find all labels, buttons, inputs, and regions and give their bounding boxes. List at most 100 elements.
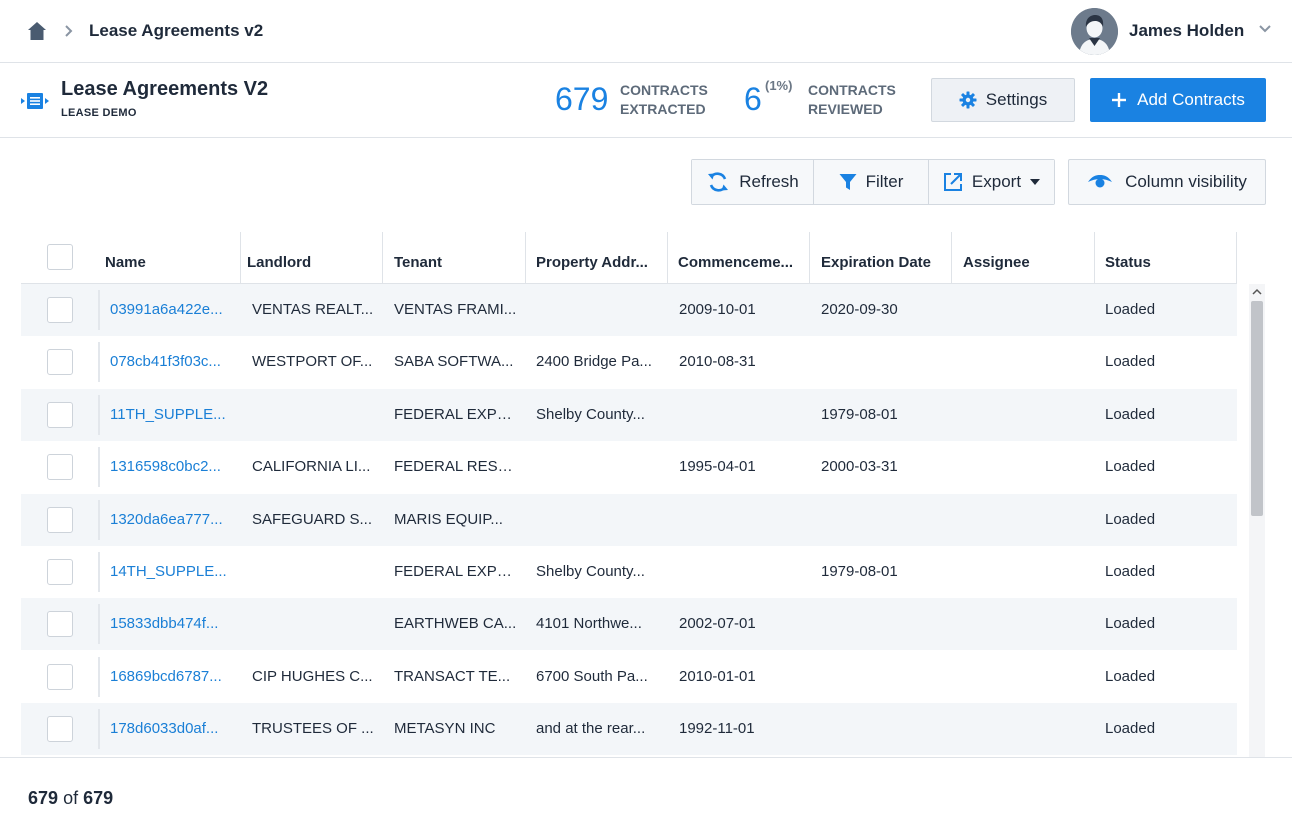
user-avatar-icon [1071, 8, 1118, 55]
table-scrollbar[interactable] [1249, 284, 1265, 757]
filter-button[interactable]: Filter [814, 160, 929, 204]
export-button[interactable]: Export [929, 160, 1054, 204]
scroll-up-icon[interactable] [1249, 284, 1265, 300]
row-checkbox[interactable] [47, 716, 73, 743]
cell-commencement: 2010-08-31 [679, 353, 756, 371]
cell-landlord: WESTPORT OF... [252, 353, 373, 371]
export-label: Export [971, 172, 1022, 191]
row-checkbox[interactable] [47, 663, 73, 690]
table-row[interactable]: 1316598c0bc2... CALIFORNIA LI... FEDERAL R… [21, 441, 1237, 493]
cell-name[interactable]: 178d6033d0af... [110, 720, 232, 737]
table-row[interactable]: 14TH_SUPPLE... FEDERAL EXPR... Shelby Coun… [21, 546, 1237, 598]
filter-icon [839, 174, 857, 190]
table-row[interactable]: 11TH_SUPPLE... FEDERAL EXPR... Shelby Coun… [21, 388, 1237, 441]
refresh-button[interactable]: Refresh [692, 160, 814, 204]
cell-status: Loaded [1105, 353, 1156, 371]
column-divider[interactable] [382, 232, 383, 284]
project-subtitle: LEASE DEMO [61, 107, 137, 119]
row-checkbox[interactable] [47, 401, 73, 428]
cell-landlord: CIP HUGHES C... [252, 667, 373, 685]
cell-commencement: 2009-10-01 [679, 301, 756, 318]
project-title: Lease Agreements V2 [61, 78, 269, 100]
column-divider[interactable] [240, 232, 241, 284]
row-checkbox[interactable] [47, 611, 73, 638]
cell-tenant: FEDERAL EXPR... [394, 563, 518, 580]
user-name[interactable]: James Holden [1129, 21, 1244, 41]
cell-name[interactable]: 15833dbb474f... [110, 615, 232, 632]
cell-status: Loaded [1105, 301, 1156, 318]
column-divider[interactable] [1094, 232, 1095, 284]
column-visibility-button[interactable]: Column visibility [1068, 159, 1266, 205]
cell-property-address: 4101 Northwe... [536, 615, 642, 633]
row-checkbox[interactable] [47, 454, 73, 481]
table-row[interactable]: 178d6033d0af... TRUSTEES OF ... METASYN IN… [21, 703, 1237, 756]
column-divider[interactable] [951, 232, 952, 284]
row-count-shown: 679 [28, 788, 59, 808]
cell-property-address: and at the rear... [536, 720, 646, 738]
column-divider [1236, 232, 1237, 284]
cell-name[interactable]: 03991a6a422e... [110, 301, 232, 318]
cell-commencement: 1992-11-01 [679, 720, 755, 738]
breadcrumb-title[interactable]: Lease Agreements v2 [89, 21, 263, 41]
row-checkbox[interactable] [47, 349, 73, 376]
column-divider[interactable] [809, 232, 810, 284]
table-row[interactable]: 15833dbb474f... EARTHWEB CA... 4101 Northw… [21, 598, 1237, 651]
cell-commencement: 2002-07-01 [679, 615, 756, 633]
refresh-label: Refresh [739, 172, 799, 191]
table-row[interactable]: 078cb41f3f03c... WESTPORT OF... SABA SOFTW… [21, 336, 1237, 388]
table-header: Name Landlord Tenant Property Addr... Co… [21, 232, 1237, 284]
avatar[interactable] [1071, 8, 1118, 55]
column-header-assignee[interactable]: Assignee [963, 232, 1093, 284]
cell-expiration-date: 2000-03-31 [821, 458, 898, 476]
cell-status: Loaded [1105, 458, 1156, 476]
table-row[interactable]: 1320da6ea777... SAFEGUARD S... MARIS EQUIP… [21, 493, 1237, 546]
contracts-list-icon [21, 93, 49, 109]
cell-property-address: Shelby County... [536, 563, 645, 580]
row-checkbox[interactable] [47, 559, 73, 585]
cell-name[interactable]: 078cb41f3f03c... [110, 353, 232, 370]
add-contracts-button[interactable]: Add Contracts [1090, 78, 1266, 122]
cell-name[interactable]: 16869bcd6787... [110, 668, 232, 685]
cell-expiration-date: 2020-09-30 [821, 301, 898, 318]
select-all-checkbox[interactable] [47, 244, 73, 270]
cell-landlord: VENTAS REALT... [252, 301, 374, 318]
row-checkbox[interactable] [47, 297, 73, 323]
plus-icon [1112, 93, 1127, 107]
extracted-label-line-2: EXTRACTED [620, 101, 706, 117]
scrollbar-thumb[interactable] [1251, 301, 1263, 516]
cell-name[interactable]: 11TH_SUPPLE... [110, 406, 232, 423]
cell-property-address: 6700 South Pa... [536, 667, 648, 685]
row-divider [98, 604, 100, 645]
column-header-property-address[interactable]: Property Addr... [536, 232, 666, 284]
table-toolbar: Refresh Filter Export [691, 159, 1055, 205]
column-header-commencement[interactable]: Commenceme... [678, 232, 808, 284]
cell-commencement: 2010-01-01 [679, 667, 756, 685]
chevron-right-icon [65, 25, 73, 37]
cell-name[interactable]: 14TH_SUPPLE... [110, 563, 232, 580]
cell-tenant: MARIS EQUIP... [394, 510, 503, 528]
cell-expiration-date: 1979-08-01 [821, 405, 898, 423]
column-header-name[interactable]: Name [105, 232, 235, 284]
chevron-down-icon[interactable] [1258, 22, 1272, 36]
column-header-status[interactable]: Status [1105, 232, 1225, 284]
gear-icon [959, 91, 977, 109]
row-checkbox[interactable] [47, 506, 73, 533]
column-header-tenant[interactable]: Tenant [394, 232, 524, 284]
column-divider[interactable] [525, 232, 526, 284]
table-row[interactable]: 16869bcd6787... CIP HUGHES C... TRANSACT T… [21, 651, 1237, 703]
cell-status: Loaded [1105, 720, 1156, 738]
cell-name[interactable]: 1320da6ea777... [110, 511, 232, 528]
table-row[interactable]: 03991a6a422e... VENTAS REALT... VENTAS FRA… [21, 284, 1237, 336]
row-divider [98, 709, 100, 750]
home-icon[interactable] [27, 21, 47, 41]
cell-landlord: CALIFORNIA LI... [252, 458, 371, 476]
row-count-of: of [63, 788, 79, 808]
settings-button[interactable]: Settings [931, 78, 1075, 122]
column-header-landlord[interactable]: Landlord [247, 232, 377, 284]
column-divider[interactable] [667, 232, 668, 284]
export-icon [943, 173, 962, 191]
column-header-expiration-date[interactable]: Expiration Date [821, 232, 951, 284]
cell-name[interactable]: 1316598c0bc2... [110, 458, 232, 475]
eye-icon [1088, 175, 1113, 188]
settings-label: Settings [985, 90, 1048, 109]
